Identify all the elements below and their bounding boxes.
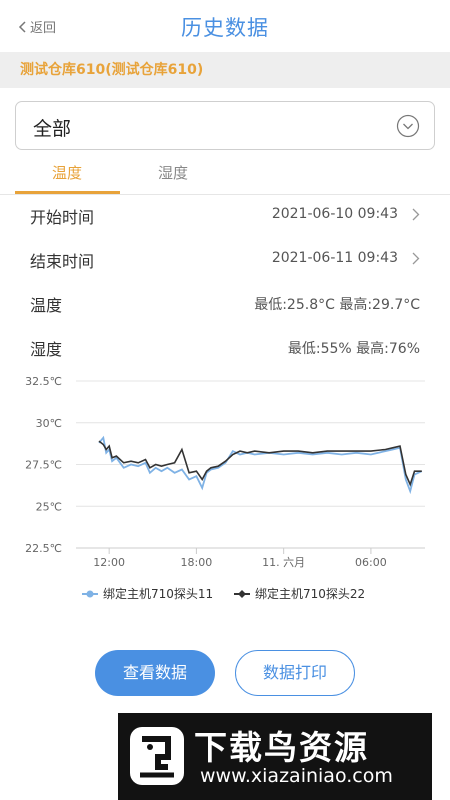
x-tick-label: 11. 六月 — [262, 556, 305, 569]
y-tick-label: 27.5℃ — [25, 459, 62, 472]
x-tick-label: 06:00 — [355, 556, 387, 569]
print-data-button[interactable]: 数据打印 — [235, 650, 355, 696]
series-line-2 — [98, 440, 422, 487]
y-tick-label: 22.5℃ — [25, 542, 62, 555]
y-tick-label: 25℃ — [36, 500, 62, 513]
x-tick-label: 12:00 — [93, 556, 125, 569]
humidity-summary-row: 湿度 最低:55% 最高:76% — [30, 334, 420, 362]
humidity-label: 湿度 — [30, 340, 63, 359]
y-tick-label: 32.5℃ — [25, 375, 62, 388]
legend-label-2: 绑定主机710探头22 — [255, 586, 365, 601]
temperature-chart: 22.5℃ 25℃ 27.5℃ 30℃ 32.5℃ 12:00 18:00 11. 六月 06:… — [25, 375, 425, 601]
watermark-text: 下载鸟资源 — [194, 728, 369, 767]
tab-bar: 温度 湿度 — [0, 150, 450, 195]
start-time-value: 2021-06-10 09:43 — [271, 206, 398, 222]
end-time-label: 结束时间 — [30, 252, 95, 271]
bird-logo-icon — [130, 727, 184, 785]
x-tick-label: 18:00 — [181, 556, 213, 569]
start-time-row[interactable]: 开始时间 2021-06-10 09:43 — [30, 202, 420, 230]
start-time-label: 开始时间 — [30, 208, 95, 227]
chevron-right-icon — [412, 208, 420, 221]
end-time-row[interactable]: 结束时间 2021-06-11 09:43 — [30, 246, 420, 274]
header: 返回 历史数据 — [0, 0, 450, 52]
warehouse-name: 测试仓库610(测试仓库610) — [0, 52, 450, 88]
temperature-range: 最低:25.8°C 最高:29.7°C — [254, 297, 420, 313]
legend-marker-2 — [238, 590, 246, 598]
temperature-label: 温度 — [30, 296, 63, 315]
tab-humidity[interactable]: 湿度 — [158, 162, 188, 183]
tab-temperature[interactable]: 温度 — [52, 162, 82, 183]
end-time-value: 2021-06-11 09:43 — [271, 250, 398, 266]
humidity-range: 最低:55% 最高:76% — [287, 341, 420, 357]
chevron-down-circle-icon — [396, 114, 420, 138]
watermark-banner: 下载鸟资源 www.xiazainiao.com — [118, 713, 432, 800]
probe-select[interactable]: 全部 — [15, 101, 435, 150]
temperature-summary-row: 温度 最低:25.8°C 最高:29.7°C — [30, 290, 420, 318]
view-data-button[interactable]: 查看数据 — [95, 650, 215, 696]
active-tab-indicator — [15, 191, 120, 194]
select-value: 全部 — [33, 118, 72, 140]
y-tick-label: 30℃ — [36, 417, 62, 430]
page-title: 历史数据 — [181, 16, 269, 40]
watermark-url: www.xiazainiao.com — [200, 765, 393, 787]
chevron-right-icon — [412, 252, 420, 265]
legend-marker-1 — [86, 590, 94, 598]
legend-label-1: 绑定主机710探头11 — [103, 586, 213, 601]
